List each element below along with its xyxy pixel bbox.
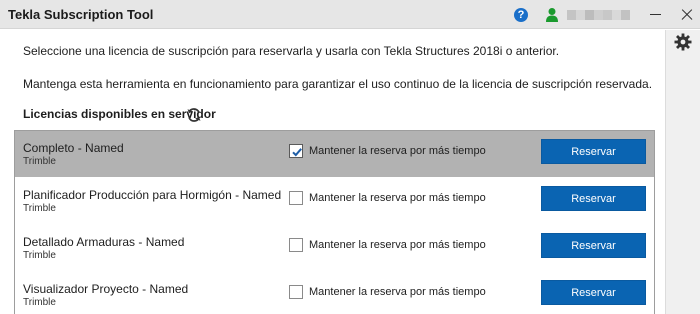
window-title: Tekla Subscription Tool [8,7,154,22]
reserve-button[interactable]: Reservar [541,139,646,164]
keep-reservation-option[interactable]: Mantener la reserva por más tiempo [289,144,486,158]
gear-icon[interactable] [674,33,692,51]
side-panel [665,30,700,314]
keep-reservation-label[interactable]: Mantener la reserva por más tiempo [309,145,486,157]
license-vendor: Trimble [23,297,56,308]
app-window: Tekla Subscription Tool ? Seleccione una… [0,0,700,314]
license-name: Detallado Armaduras - Named [23,235,185,249]
license-row-completo[interactable]: Completo - Named Trimble Mantener la res… [15,131,654,178]
keep-reservation-checkbox[interactable] [289,144,303,158]
user-name-blurred [567,10,630,20]
keep-reservation-checkbox[interactable] [289,238,303,252]
license-row-planificador[interactable]: Planificador Producción para Hormigón - … [15,178,654,225]
license-vendor: Trimble [23,156,56,167]
refresh-icon[interactable] [186,107,202,123]
license-list: Completo - Named Trimble Mantener la res… [14,130,655,314]
keep-reservation-checkbox[interactable] [289,191,303,205]
keep-reservation-option[interactable]: Mantener la reserva por más tiempo [289,238,486,252]
reserve-button[interactable]: Reservar [541,280,646,305]
keep-reservation-checkbox[interactable] [289,285,303,299]
minimize-icon[interactable] [642,0,670,29]
title-bar: Tekla Subscription Tool ? [0,0,700,29]
info-text-keep-running: Mantenga esta herramienta en funcionamie… [23,77,653,91]
license-row-visualizador[interactable]: Visualizador Proyecto - Named Trimble Ma… [15,272,654,314]
license-name: Visualizador Proyecto - Named [23,282,189,296]
main-content: Seleccione una licencia de suscripción p… [0,30,665,314]
license-vendor: Trimble [23,250,56,261]
checkmark-icon [292,148,302,157]
info-text-select: Seleccione una licencia de suscripción p… [23,44,560,58]
license-name: Completo - Named [23,141,124,155]
keep-reservation-option[interactable]: Mantener la reserva por más tiempo [289,285,486,299]
license-name: Planificador Producción para Hormigón - … [23,188,282,202]
keep-reservation-label[interactable]: Mantener la reserva por más tiempo [309,239,486,251]
license-row-detallado-armaduras[interactable]: Detallado Armaduras - Named Trimble Mant… [15,225,654,272]
keep-reservation-label[interactable]: Mantener la reserva por más tiempo [309,286,486,298]
reserve-button[interactable]: Reservar [541,186,646,211]
keep-reservation-label[interactable]: Mantener la reserva por más tiempo [309,192,486,204]
close-icon[interactable] [674,0,700,29]
user-icon[interactable] [545,7,559,22]
license-vendor: Trimble [23,203,56,214]
keep-reservation-option[interactable]: Mantener la reserva por más tiempo [289,191,486,205]
reserve-button[interactable]: Reservar [541,233,646,258]
help-icon[interactable]: ? [514,8,528,22]
